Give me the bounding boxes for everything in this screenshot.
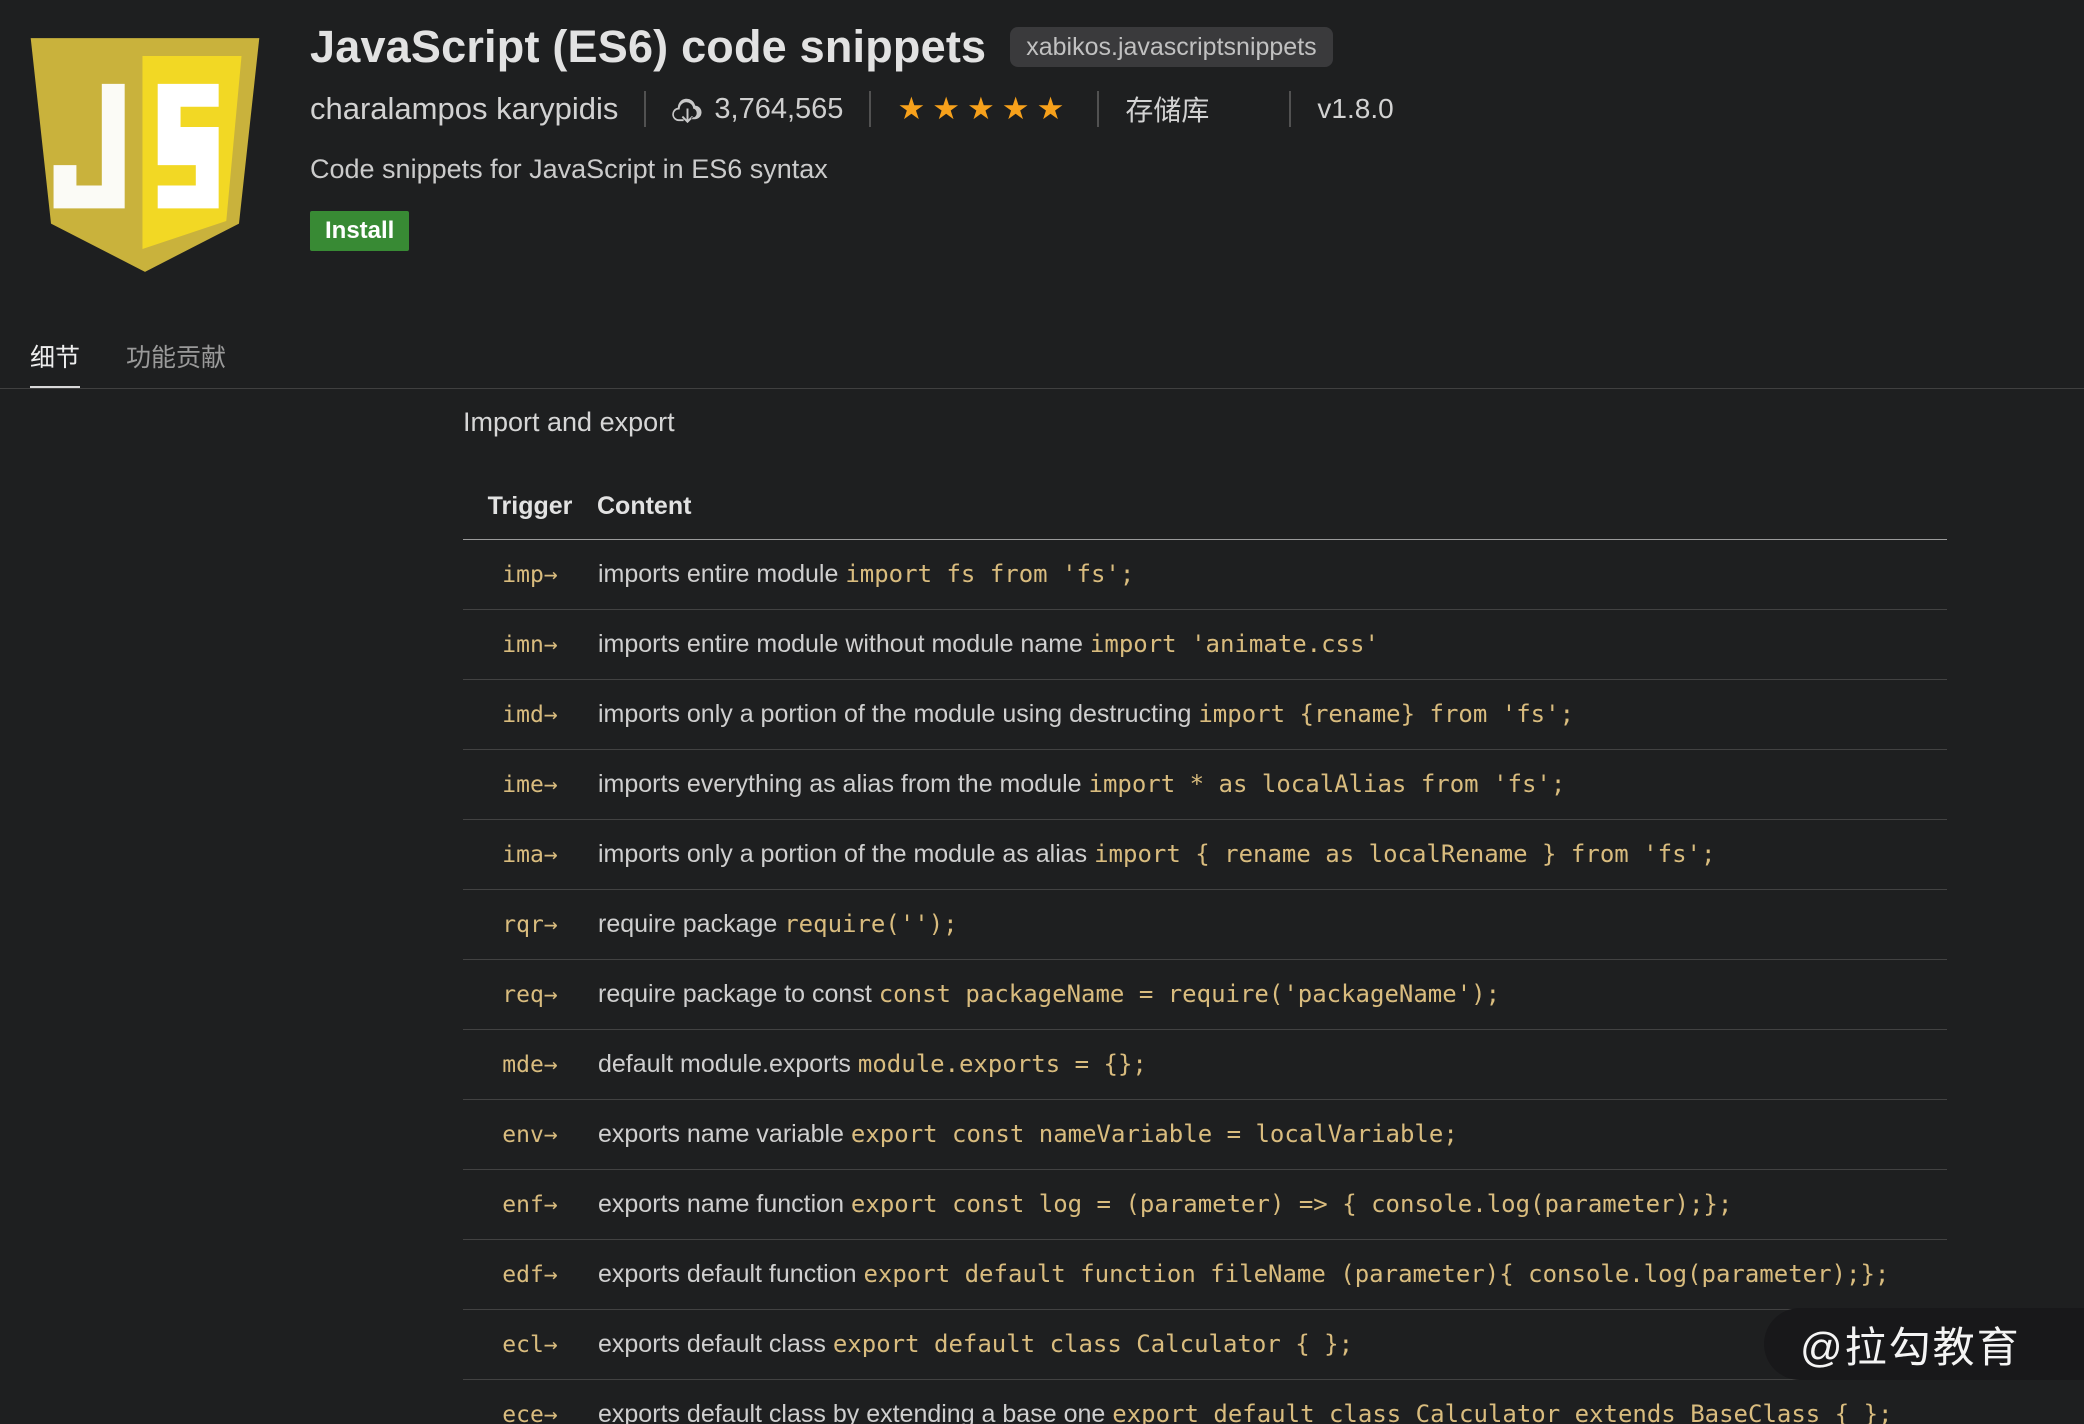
download-count: 3,764,565 <box>672 93 843 126</box>
table-row: env→ exports name variable export const … <box>463 1099 1947 1170</box>
snippet-description: imports everything as alias from the mod… <box>598 770 1089 798</box>
snippet-code: export const nameVariable = localVariabl… <box>850 1120 1458 1148</box>
trigger-cell: enf→ <box>463 1169 597 1240</box>
table-row: ecl→ exports default class export defaul… <box>463 1309 1947 1380</box>
rating-stars[interactable]: ★★★★★ <box>897 91 1071 127</box>
snippet-code: module.exports = {}; <box>857 1050 1147 1078</box>
snippet-table: Trigger Content imp→ imports entire modu… <box>463 478 1947 1424</box>
content-cell: exports name function export const log =… <box>597 1169 1947 1240</box>
meta-divider <box>1097 91 1100 127</box>
js-logo-icon <box>30 38 260 272</box>
tab-bar: 细节 功能贡献 <box>30 338 226 388</box>
content-cell: imports only a portion of the module usi… <box>597 679 1947 750</box>
tab-feature-contributions[interactable]: 功能贡献 <box>126 338 226 388</box>
trigger-cell: imd→ <box>463 679 597 750</box>
snippet-description: require package to const <box>598 980 879 1008</box>
snippet-description: exports name variable <box>598 1120 851 1148</box>
trigger-cell: ecl→ <box>463 1309 597 1380</box>
table-row: imd→ imports only a portion of the modul… <box>463 679 1947 750</box>
snippet-code: import * as localAlias from 'fs'; <box>1088 770 1566 798</box>
table-row: edf→ exports default function export def… <box>463 1239 1947 1310</box>
trigger-cell: env→ <box>463 1099 597 1170</box>
content-cell: exports default function export default … <box>597 1239 1947 1310</box>
trigger-cell: mde→ <box>463 1029 597 1100</box>
extension-details-page: JavaScript (ES6) code snippets xabikos.j… <box>0 0 2084 1424</box>
content-cell: require package to const const packageNa… <box>597 959 1947 1030</box>
tab-bar-divider <box>0 388 2084 389</box>
trigger-cell: imn→ <box>463 609 597 680</box>
table-row: enf→ exports name function export const … <box>463 1169 1947 1240</box>
snippet-description: imports entire module without module nam… <box>598 630 1090 658</box>
table-row: ime→ imports everything as alias from th… <box>463 749 1947 820</box>
content-cell: imports only a portion of the module as … <box>597 819 1947 890</box>
table-row: imp→ imports entire module import fs fro… <box>463 539 1947 610</box>
snippet-description: exports default class <box>598 1330 833 1358</box>
snippet-description: exports default function <box>598 1260 864 1288</box>
snippet-description: imports only a portion of the module as … <box>598 840 1095 868</box>
version-label: v1.8.0 <box>1317 93 1394 124</box>
table-row: ima→ imports only a portion of the modul… <box>463 819 1947 890</box>
snippet-code: import {rename} from 'fs'; <box>1198 700 1575 728</box>
title-row: JavaScript (ES6) code snippets xabikos.j… <box>310 18 1394 76</box>
content-cell: exports default class export default cla… <box>597 1309 1947 1380</box>
section-title: Import and export <box>463 407 675 437</box>
snippet-table-body: imp→ imports entire module import fs fro… <box>463 539 1947 1424</box>
snippet-code: export default function fileName (parame… <box>863 1260 1890 1288</box>
table-row: imn→ imports entire module without modul… <box>463 609 1947 680</box>
tab-details[interactable]: 细节 <box>30 338 81 388</box>
content-cell: default module.exports module.exports = … <box>597 1029 1947 1100</box>
snippet-code: export const log = (parameter) => { cons… <box>850 1190 1733 1218</box>
extension-id-badge: xabikos.javascriptsnippets <box>1010 27 1333 67</box>
trigger-cell: edf→ <box>463 1239 597 1310</box>
content-cell: exports default class by extending a bas… <box>597 1379 1947 1424</box>
snippet-description: imports only a portion of the module usi… <box>598 700 1199 728</box>
content-cell: require package require(''); <box>597 889 1947 960</box>
trigger-cell: ece→ <box>463 1379 597 1424</box>
snippet-description: imports entire module <box>598 560 846 588</box>
repository-link[interactable]: 存储库 <box>1125 89 1209 129</box>
cloud-download-icon <box>672 98 702 123</box>
meta-divider <box>869 91 872 127</box>
publisher-link[interactable]: charalampos karypidis <box>310 91 618 127</box>
extension-logo <box>18 24 272 286</box>
watermark-badge: @拉勾教育 <box>1764 1308 2084 1380</box>
snippet-description: exports name function <box>598 1190 851 1218</box>
table-row: mde→ default module.exports module.expor… <box>463 1029 1947 1100</box>
download-count-value: 3,764,565 <box>714 92 844 125</box>
column-header-trigger: Trigger <box>463 478 597 540</box>
snippet-table-header: Trigger Content <box>463 478 1947 540</box>
trigger-cell: imp→ <box>463 539 597 610</box>
content-cell: imports entire module without module nam… <box>597 609 1947 680</box>
content-cell: exports name variable export const nameV… <box>597 1099 1947 1170</box>
extension-description: Code snippets for JavaScript in ES6 synt… <box>310 154 828 184</box>
content-cell: imports entire module import fs from 'fs… <box>597 539 1947 610</box>
extension-title: JavaScript (ES6) code snippets <box>310 21 987 72</box>
install-button[interactable]: Install <box>310 211 410 251</box>
snippet-description: require package <box>598 910 785 938</box>
snippet-code: import fs from 'fs'; <box>845 560 1135 588</box>
column-header-content: Content <box>597 478 1947 540</box>
meta-row: charalampos karypidis 3,764,565 ★★★★★ 存储… <box>310 86 1394 132</box>
snippet-description: default module.exports <box>598 1050 858 1078</box>
watermark-text: @拉勾教育 <box>1800 1323 2021 1371</box>
table-row: ece→ exports default class by extending … <box>463 1379 1947 1424</box>
table-row: rqr→ require package require(''); <box>463 889 1947 960</box>
snippet-code: export default class Calculator { }; <box>832 1330 1354 1358</box>
snippet-code: export default class Calculator extends … <box>1112 1400 1893 1424</box>
trigger-cell: rqr→ <box>463 889 597 960</box>
snippet-code: import { rename as localRename } from 'f… <box>1094 840 1716 868</box>
meta-divider <box>1289 91 1292 127</box>
trigger-cell: req→ <box>463 959 597 1030</box>
snippet-code: const packageName = require('packageName… <box>878 980 1501 1008</box>
trigger-cell: ime→ <box>463 749 597 820</box>
snippet-code: require(''); <box>784 910 958 938</box>
table-row: req→ require package to const const pack… <box>463 959 1947 1030</box>
details-content: Import and export Trigger Content imp→ i… <box>463 406 1947 1424</box>
snippet-description: exports default class by extending a bas… <box>598 1400 1113 1424</box>
trigger-cell: ima→ <box>463 819 597 890</box>
snippet-code: import 'animate.css' <box>1089 630 1379 658</box>
extension-header: JavaScript (ES6) code snippets xabikos.j… <box>310 18 1394 251</box>
content-cell: imports everything as alias from the mod… <box>597 749 1947 820</box>
meta-divider <box>644 91 647 127</box>
